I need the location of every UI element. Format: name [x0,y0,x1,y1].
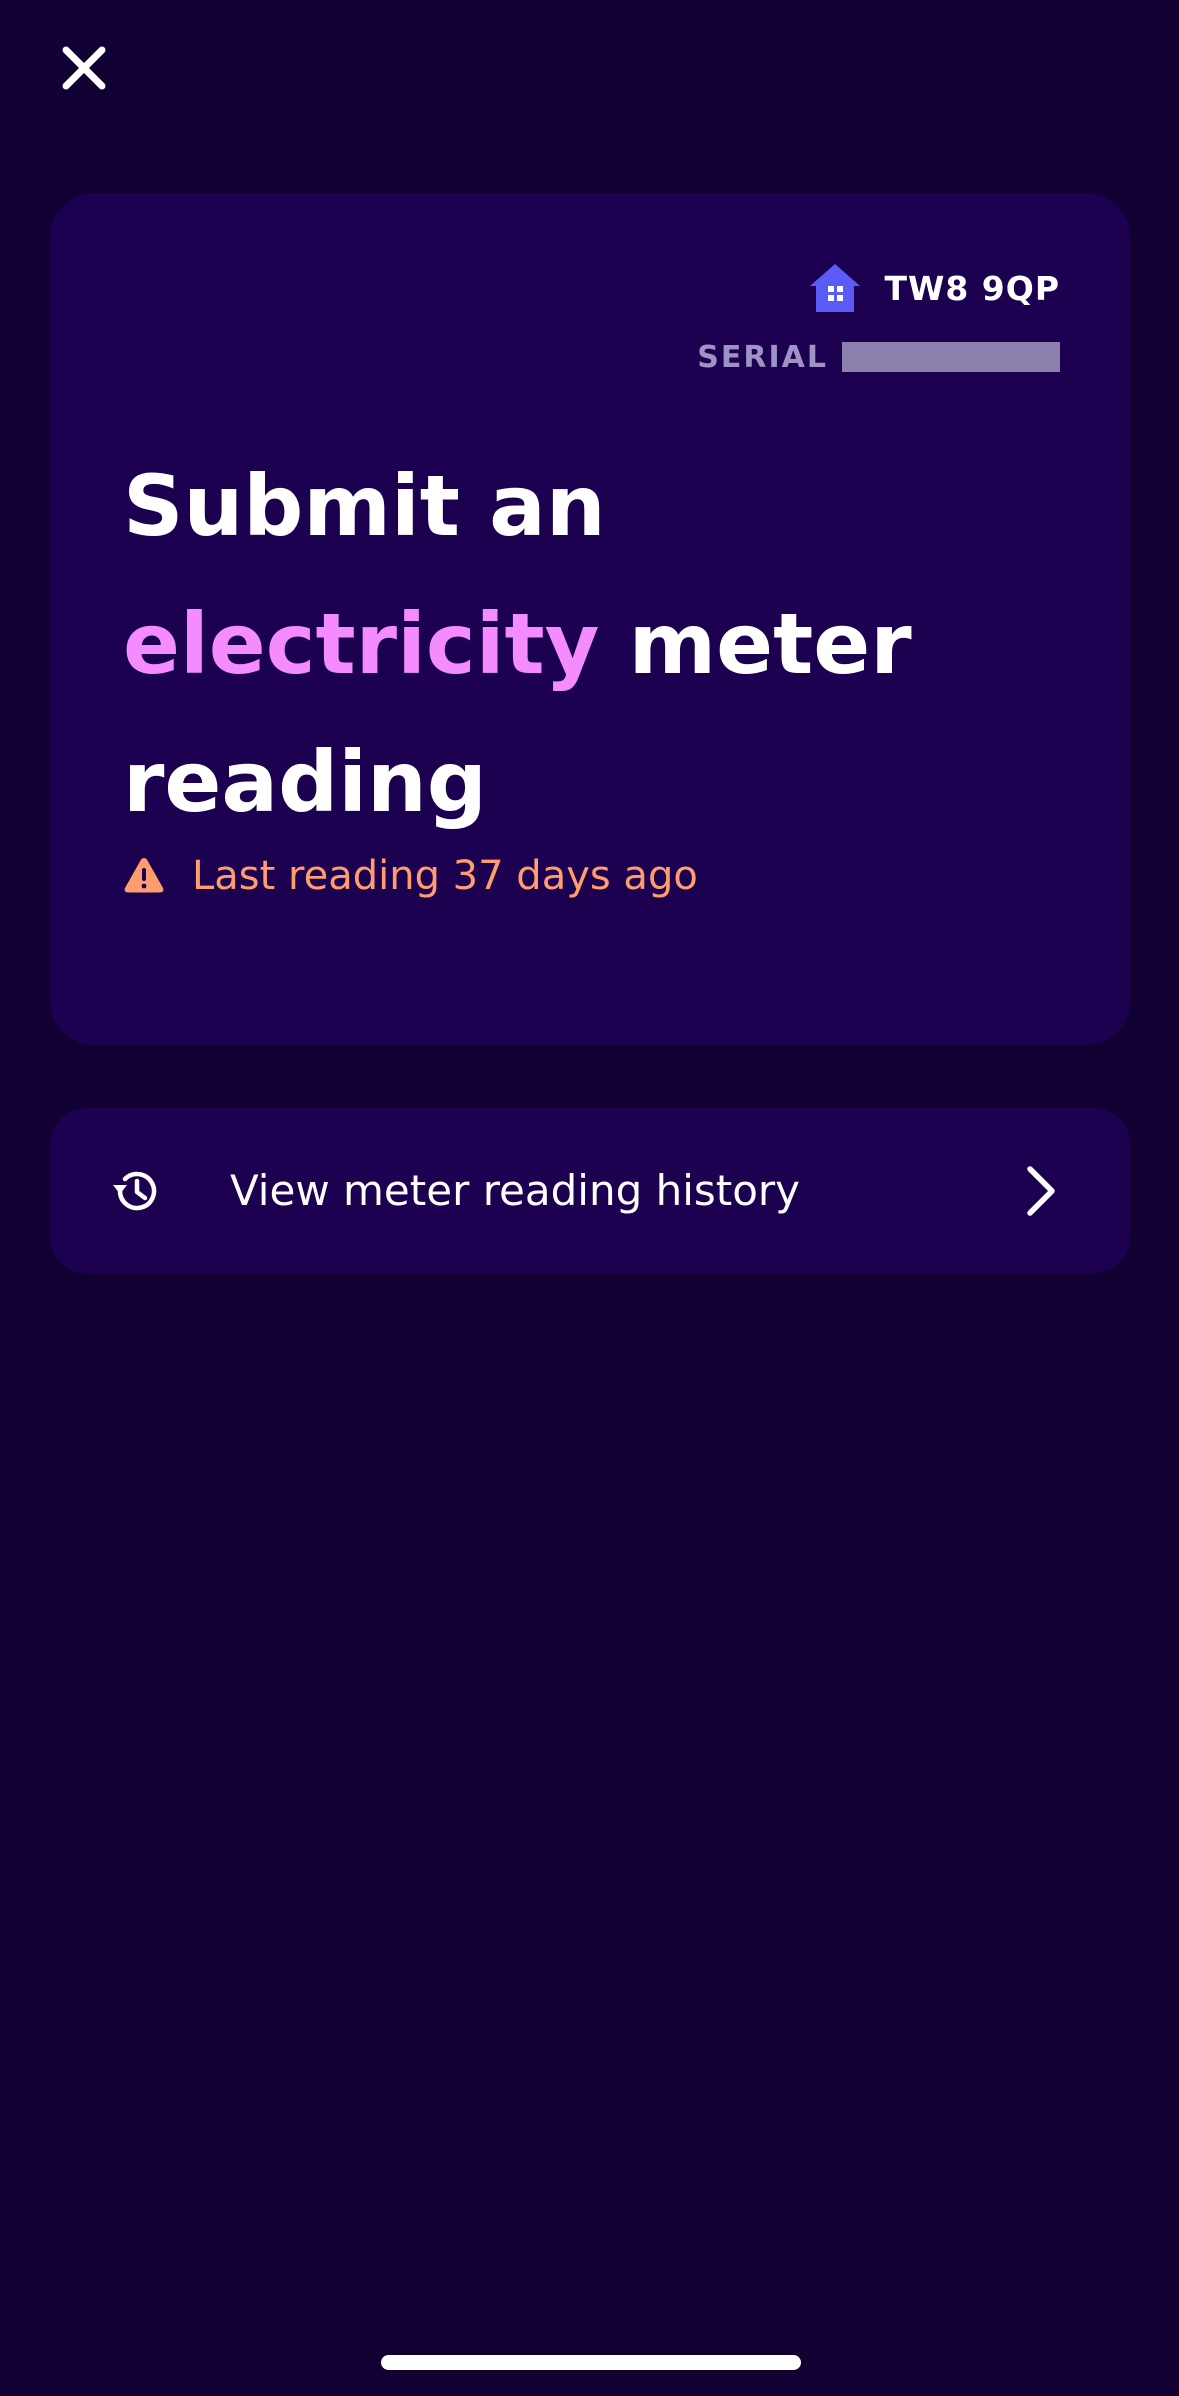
postcode: TW8 9QP [884,268,1060,308]
house-icon [808,261,862,315]
warning-text: Last reading 37 days ago [192,853,698,899]
serial-number: SERIAL [697,339,1060,375]
view-history-button[interactable]: View meter reading history [50,1108,1130,1273]
history-icon [108,1163,164,1219]
title-highlight: electricity [123,595,600,693]
meter-card: TW8 9QP SERIAL Submit an electricity mete… [50,193,1130,1045]
title-prefix: Submit an [123,457,606,555]
close-icon [62,46,106,90]
meter-location: TW8 9QP [808,259,1060,317]
chevron-right-icon [1012,1163,1068,1219]
serial-label: SERIAL [697,339,828,375]
serial-value-redacted [842,342,1060,372]
close-button[interactable] [58,42,110,94]
home-indicator[interactable] [381,2355,801,2370]
history-label: View meter reading history [230,1166,801,1215]
warning-icon [123,855,165,897]
last-reading-warning: Last reading 37 days ago [123,848,698,904]
page-title: Submit an electricity meter reading [123,437,1083,851]
